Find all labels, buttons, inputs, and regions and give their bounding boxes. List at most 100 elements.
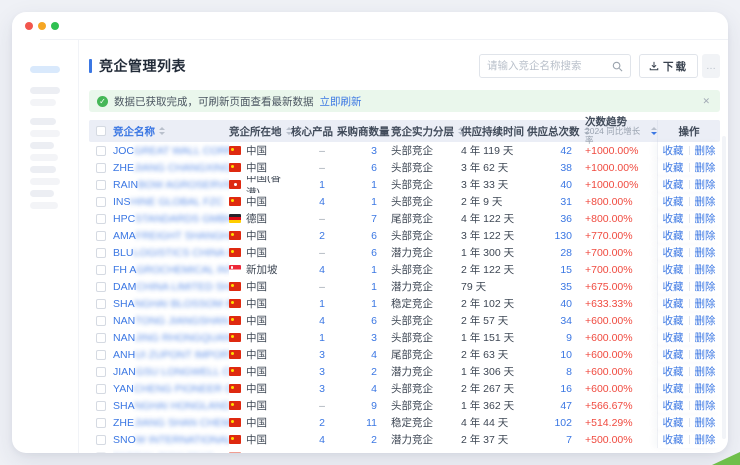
buyer-count-value[interactable]: 3 xyxy=(337,142,389,159)
refresh-now-link[interactable]: 立即刷新 xyxy=(320,94,362,109)
company-name-link[interactable]: DAM CHINA LIMITED SHANGHA... xyxy=(113,278,229,295)
delete-link[interactable]: 删除 xyxy=(695,194,716,209)
company-name-link[interactable]: JIANGSU LONGWELL CHEMICAL ... xyxy=(113,363,229,380)
supply-count-value[interactable]: 40 xyxy=(527,176,581,193)
close-window-icon[interactable] xyxy=(25,22,33,30)
delete-link[interactable]: 删除 xyxy=(695,296,716,311)
delete-link[interactable]: 删除 xyxy=(695,143,716,158)
supply-count-value[interactable]: 28 xyxy=(527,244,581,261)
buyer-count-value[interactable]: 6 xyxy=(337,227,389,244)
delete-link[interactable]: 删除 xyxy=(695,245,716,260)
sidebar-item[interactable] xyxy=(30,87,60,94)
delete-link[interactable]: 删除 xyxy=(695,381,716,396)
column-header-cnt[interactable]: 供应总次数 xyxy=(527,120,581,142)
favorite-link[interactable]: 收藏 xyxy=(663,432,684,447)
company-name-link[interactable]: BLU LOGISTICS CHINA CO LTD xyxy=(113,244,229,261)
supply-count-value[interactable]: 42 xyxy=(527,142,581,159)
buyer-count-value[interactable]: 1 xyxy=(337,193,389,210)
row-checkbox[interactable] xyxy=(96,435,106,445)
delete-link[interactable]: 删除 xyxy=(695,364,716,379)
favorite-link[interactable]: 收藏 xyxy=(663,415,684,430)
row-checkbox[interactable] xyxy=(96,265,106,275)
supply-count-value[interactable]: 10 xyxy=(527,346,581,363)
company-name-link[interactable]: AMA FREIGHT SHANGHAI CO LTD xyxy=(113,227,229,244)
sidebar-item[interactable] xyxy=(30,130,60,137)
favorite-link[interactable]: 收藏 xyxy=(663,381,684,396)
buyer-count-value[interactable]: 1 xyxy=(337,295,389,312)
delete-link[interactable]: 删除 xyxy=(695,398,716,413)
column-header-buyers[interactable]: 采购商数量 xyxy=(337,120,389,142)
favorite-link[interactable]: 收藏 xyxy=(663,296,684,311)
favorite-link[interactable]: 收藏 xyxy=(663,245,684,260)
delete-link[interactable]: 删除 xyxy=(695,262,716,277)
zoom-window-icon[interactable] xyxy=(51,22,59,30)
row-checkbox[interactable] xyxy=(96,146,106,156)
sidebar-item[interactable] xyxy=(30,142,54,149)
column-header-loc[interactable]: 竞企所在地 xyxy=(229,120,291,142)
buyer-count-value[interactable]: 3 xyxy=(337,329,389,346)
company-name-link[interactable]: ZHEJIANG SHAN CHEMICAL xyxy=(113,414,229,431)
buyer-count-value[interactable]: 6 xyxy=(337,159,389,176)
company-name-link[interactable]: INSHINE GLOBAL FZC xyxy=(113,193,229,210)
table-scrollbar[interactable] xyxy=(722,136,726,439)
column-header-core[interactable]: 核心产品 xyxy=(291,120,337,142)
column-header-dur[interactable]: 供应持续时间 xyxy=(461,120,527,142)
row-checkbox[interactable] xyxy=(96,418,106,428)
banner-close-icon[interactable]: ✕ xyxy=(700,96,712,107)
row-checkbox[interactable] xyxy=(96,163,106,173)
supply-count-value[interactable]: 34 xyxy=(527,312,581,329)
supply-count-value[interactable]: 130 xyxy=(527,227,581,244)
delete-link[interactable]: 删除 xyxy=(695,160,716,175)
sort-carets-icon[interactable] xyxy=(159,127,165,135)
download-button[interactable]: 下载 xyxy=(639,54,698,78)
favorite-link[interactable]: 收藏 xyxy=(663,364,684,379)
company-name-link[interactable]: RAINBOW AGROSERVICES TE CO ... xyxy=(113,176,229,193)
minimize-window-icon[interactable] xyxy=(38,22,46,30)
delete-link[interactable]: 删除 xyxy=(695,211,716,226)
buyer-count-value[interactable]: 6 xyxy=(337,244,389,261)
favorite-link[interactable]: 收藏 xyxy=(663,330,684,345)
sidebar-item[interactable] xyxy=(30,190,54,197)
company-name-link[interactable]: FH AGROCHEMICAL INTERNATION... xyxy=(113,261,229,278)
row-checkbox[interactable] xyxy=(96,384,106,394)
company-name-link[interactable]: SNOW INTERNATIONAL TRADING ... xyxy=(113,431,229,448)
favorite-link[interactable]: 收藏 xyxy=(663,143,684,158)
delete-link[interactable]: 删除 xyxy=(695,432,716,447)
buyer-count-value[interactable]: 4 xyxy=(337,380,389,397)
row-checkbox[interactable] xyxy=(96,316,106,326)
column-header-tier[interactable]: 竞企实力分层 xyxy=(389,120,461,142)
supply-count-value[interactable]: 40 xyxy=(527,295,581,312)
company-name-link[interactable]: ZHEJIANG CHANGXING ZHONGSH... xyxy=(113,159,229,176)
row-checkbox[interactable] xyxy=(96,180,106,190)
company-name-link[interactable]: ANHUI ZUPONT IMPORT AND EXP... xyxy=(113,346,229,363)
sidebar-item[interactable] xyxy=(30,99,56,106)
sidebar-item[interactable] xyxy=(30,166,56,173)
delete-link[interactable]: 删除 xyxy=(695,279,716,294)
supply-count-value[interactable]: 35 xyxy=(527,278,581,295)
favorite-link[interactable]: 收藏 xyxy=(663,398,684,413)
supply-count-value[interactable]: 38 xyxy=(527,159,581,176)
buyer-count-value[interactable]: 2 xyxy=(337,431,389,448)
buyer-count-value[interactable]: 4 xyxy=(337,346,389,363)
row-checkbox[interactable] xyxy=(96,248,106,258)
delete-link[interactable]: 删除 xyxy=(695,347,716,362)
row-checkbox[interactable] xyxy=(96,367,106,377)
company-name-link[interactable]: YANCHENG PIONEER CHEMICAL ... xyxy=(113,380,229,397)
more-actions-button[interactable]: … xyxy=(702,54,720,78)
column-header-trend[interactable]: 次数趋势2024 同比增长率 xyxy=(581,120,657,142)
select-all-checkbox[interactable] xyxy=(96,126,106,136)
company-name-link[interactable]: SHANGHAI HONGLAND LOGITSTI... xyxy=(113,397,229,414)
row-checkbox[interactable] xyxy=(96,197,106,207)
delete-link[interactable]: 删除 xyxy=(695,313,716,328)
row-checkbox[interactable] xyxy=(96,214,106,224)
buyer-count-value[interactable]: 1 xyxy=(337,278,389,295)
row-checkbox[interactable] xyxy=(96,282,106,292)
company-name-link[interactable]: HPC STANDARDS GMBH xyxy=(113,210,229,227)
delete-link[interactable]: 删除 xyxy=(695,177,716,192)
sidebar-item[interactable] xyxy=(30,178,60,185)
favorite-link[interactable]: 收藏 xyxy=(663,160,684,175)
supply-count-value[interactable]: 36 xyxy=(527,210,581,227)
row-checkbox[interactable] xyxy=(96,299,106,309)
column-header-name[interactable]: 竞企名称 xyxy=(113,120,229,142)
company-name-link[interactable]: NANTONG JIANGSHAN AGROCHE... xyxy=(113,312,229,329)
